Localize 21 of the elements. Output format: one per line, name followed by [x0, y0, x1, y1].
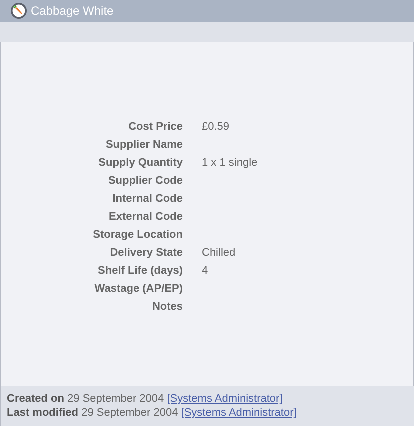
field-label: Shelf Life (days) — [97, 264, 183, 278]
carrot-icon — [11, 3, 27, 19]
field-label: Internal Code — [112, 192, 183, 206]
field-label: Supplier Name — [104, 138, 183, 152]
field-label: External Code — [108, 210, 183, 224]
user-link[interactable]: [Systems Administrator] — [181, 407, 297, 419]
field-label: Delivery State — [109, 246, 183, 260]
field-label: Storage Location — [92, 228, 183, 242]
audit-line: Created on 29 September 2004 [Systems Administrator] — [7, 392, 284, 406]
audit-line: Last modified 29 September 2004 [Systems Administrator] — [7, 406, 298, 420]
field-label: Supply Quantity — [98, 156, 183, 170]
field-value: £0.59 — [202, 120, 231, 134]
field-value: 4 — [202, 264, 210, 278]
field-label: Supplier Code — [107, 174, 183, 188]
user-link[interactable]: [Systems Administrator] — [167, 393, 283, 405]
field-label: Cost Price — [128, 120, 183, 134]
window-title: Cabbage White — [31, 4, 114, 18]
field-label: Wastage (AP/EP) — [94, 282, 183, 296]
field-value: 1 x 1 single — [202, 156, 259, 170]
field-label: Notes — [151, 300, 183, 314]
field-value: Chilled — [202, 246, 237, 260]
